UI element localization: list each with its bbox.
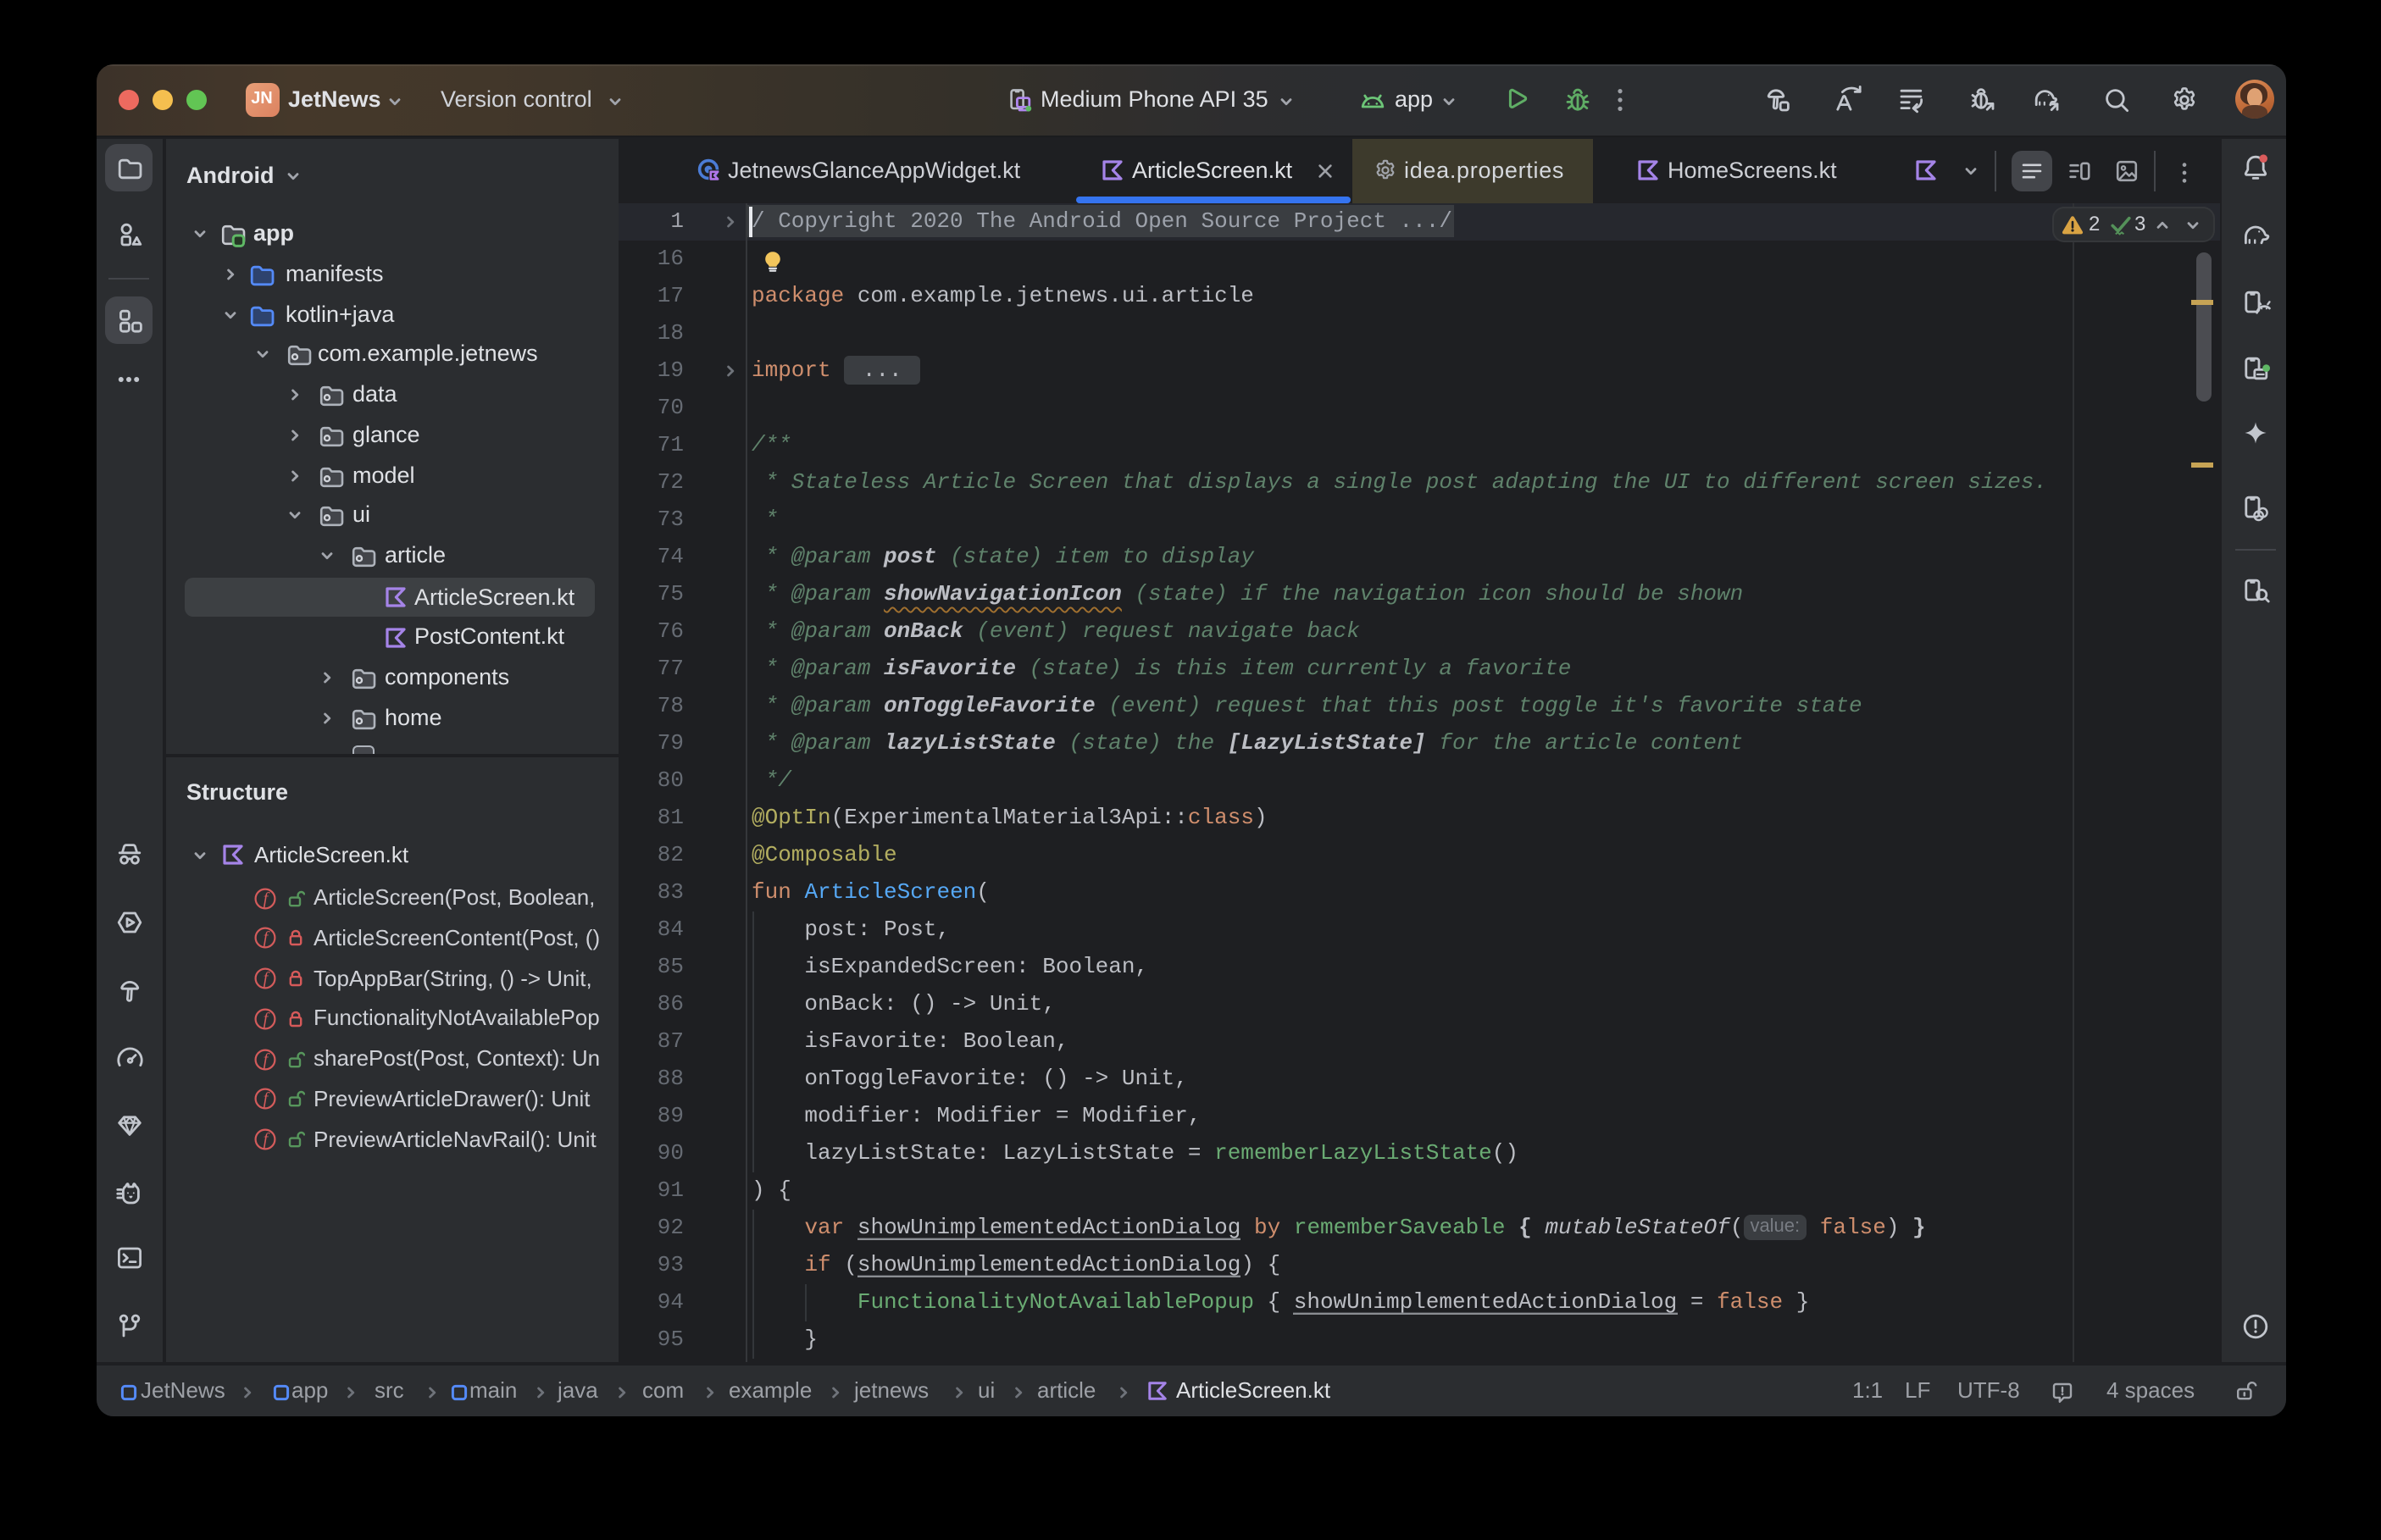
svg-text:f: f bbox=[264, 1010, 270, 1028]
svg-text:f: f bbox=[264, 969, 270, 988]
svg-text:f: f bbox=[264, 1050, 270, 1068]
svg-text:f: f bbox=[264, 1090, 270, 1109]
svg-text:f: f bbox=[264, 889, 270, 907]
svg-text:f: f bbox=[264, 929, 270, 948]
svg-text:f: f bbox=[264, 1130, 270, 1149]
